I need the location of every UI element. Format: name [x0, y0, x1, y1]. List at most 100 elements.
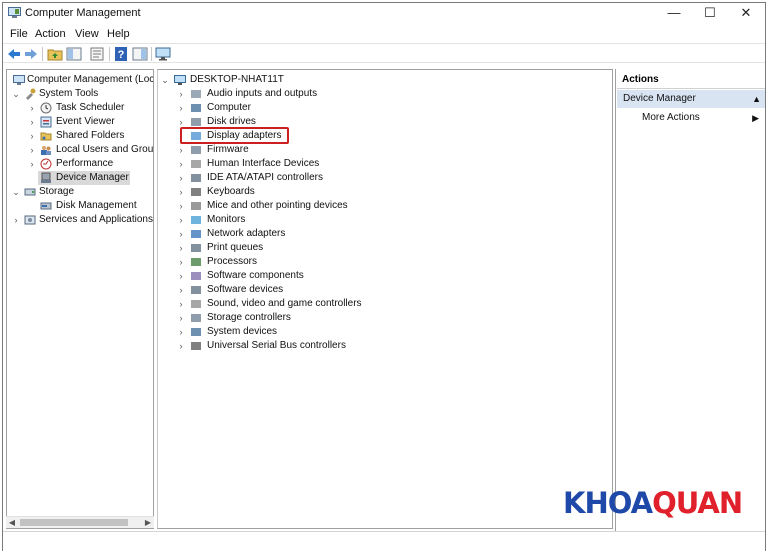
tree-item-label: Performance	[56, 158, 114, 169]
device-category-item[interactable]: › Monitors	[160, 213, 460, 227]
device-category-item[interactable]: › Software devices	[160, 283, 460, 297]
tree-item-task-scheduler[interactable]: › Task Scheduler	[8, 101, 153, 115]
chevron-down-icon[interactable]: ⌄	[160, 73, 170, 87]
chevron-right-icon[interactable]: ›	[176, 143, 186, 157]
device-category-label: System devices	[207, 326, 278, 337]
chevron-down-icon[interactable]: ⌄	[11, 185, 21, 199]
scroll-left-icon[interactable]: ◀	[6, 517, 18, 529]
chevron-right-icon[interactable]: ›	[176, 297, 186, 311]
collapse-up-icon[interactable]: ▲	[752, 90, 761, 108]
chevron-right-icon[interactable]: ›	[176, 199, 186, 213]
device-tree-root[interactable]: ⌄ DESKTOP-NHAT11T	[160, 73, 460, 87]
device-category-item[interactable]: › System devices	[160, 325, 460, 339]
device-category-label: Software components	[207, 270, 304, 281]
chevron-right-icon[interactable]: ›	[176, 255, 186, 269]
menu-action[interactable]: Action	[35, 28, 66, 40]
device-category-item[interactable]: › Network adapters	[160, 227, 460, 241]
device-category-label: Network adapters	[207, 228, 286, 239]
device-category-item[interactable]: › Human Interface Devices	[160, 157, 460, 171]
chevron-right-icon[interactable]: ›	[176, 185, 186, 199]
chevron-right-icon[interactable]: ›	[176, 339, 186, 353]
menu-view[interactable]: View	[75, 28, 99, 40]
close-button[interactable]: ✕	[729, 3, 763, 23]
monitor-icon[interactable]	[155, 46, 171, 62]
tree-item-label: Device Manager	[56, 172, 129, 183]
chevron-right-icon[interactable]: ›	[176, 171, 186, 185]
chevron-right-icon[interactable]: ›	[176, 101, 186, 115]
actions-section-device-manager[interactable]: Device Manager ▲	[617, 90, 765, 108]
tree-item-storage[interactable]: ⌄ Storage	[8, 185, 153, 199]
forward-arrow-icon[interactable]	[23, 46, 39, 62]
device-category-label: Audio inputs and outputs	[207, 88, 318, 99]
chevron-right-icon[interactable]: ›	[27, 157, 37, 171]
tree-item-services-applications[interactable]: › Services and Applications	[8, 213, 153, 227]
tree-item-device-manager[interactable]: Device Manager	[8, 171, 153, 185]
device-category-item[interactable]: › IDE ATA/ATAPI controllers	[160, 171, 460, 185]
more-actions-item[interactable]: More Actions ▶	[617, 110, 765, 126]
device-category-label: Computer	[207, 102, 251, 113]
chevron-right-icon[interactable]: ›	[176, 213, 186, 227]
chevron-right-icon[interactable]: ›	[176, 87, 186, 101]
device-category-label: Firmware	[207, 144, 249, 155]
toolbar: ?	[3, 43, 765, 63]
device-category-item[interactable]: › Storage controllers	[160, 311, 460, 325]
device-category-item[interactable]: › Audio inputs and outputs	[160, 87, 460, 101]
tree-item-disk-management[interactable]: Disk Management	[8, 199, 153, 213]
device-category-item[interactable]: › Mice and other pointing devices	[160, 199, 460, 213]
tree-item-label: Disk Management	[56, 200, 137, 211]
chevron-right-icon[interactable]: ›	[27, 115, 37, 129]
storage-controller-icon	[191, 314, 201, 322]
help-icon[interactable]: ?	[113, 46, 129, 62]
device-category-item[interactable]: › Keyboards	[160, 185, 460, 199]
device-category-item[interactable]: › Firmware	[160, 143, 460, 157]
chevron-right-icon[interactable]: ›	[176, 283, 186, 297]
chevron-right-icon[interactable]: ›	[27, 143, 37, 157]
tree-item-shared-folders[interactable]: › Shared Folders	[8, 129, 153, 143]
tree-item-system-tools[interactable]: ⌄ System Tools	[8, 87, 153, 101]
properties-icon[interactable]	[89, 46, 105, 62]
chevron-right-icon[interactable]: ›	[176, 325, 186, 339]
device-category-label: Sound, video and game controllers	[207, 298, 362, 309]
scrollbar-thumb[interactable]	[20, 519, 128, 526]
tree-item-local-users[interactable]: › Local Users and Groups	[8, 143, 153, 157]
chevron-right-icon[interactable]: ›	[176, 311, 186, 325]
keyboard-icon	[191, 188, 201, 196]
device-category-label: Keyboards	[207, 186, 255, 197]
menu-help[interactable]: Help	[107, 28, 130, 40]
tree-item-performance[interactable]: › Performance	[8, 157, 153, 171]
mouse-icon	[191, 202, 201, 210]
clock-icon	[40, 102, 52, 114]
device-category-item[interactable]: › Universal Serial Bus controllers	[160, 339, 460, 353]
action-pane-icon[interactable]	[132, 46, 148, 62]
chevron-right-icon[interactable]: ›	[176, 241, 186, 255]
minimize-button[interactable]: —	[657, 3, 691, 23]
device-category-item[interactable]: › Computer	[160, 101, 460, 115]
device-category-item[interactable]: › Processors	[160, 255, 460, 269]
scroll-right-icon[interactable]: ▶	[142, 517, 154, 529]
software-device-icon	[191, 286, 201, 294]
system-devices-icon	[191, 328, 201, 336]
chevron-down-icon[interactable]: ⌄	[11, 87, 21, 101]
horizontal-scrollbar[interactable]: ◀ ▶	[6, 516, 154, 528]
tree-item-event-viewer[interactable]: › Event Viewer	[8, 115, 153, 129]
chevron-right-icon[interactable]: ›	[27, 129, 37, 143]
up-folder-icon[interactable]	[47, 46, 63, 62]
chevron-right-icon[interactable]: ›	[27, 101, 37, 115]
show-hide-tree-icon[interactable]	[66, 46, 82, 62]
back-arrow-icon[interactable]	[6, 46, 22, 62]
device-category-item[interactable]: › Print queues	[160, 241, 460, 255]
watermark-part2: QUAN	[652, 486, 743, 520]
chevron-right-icon[interactable]: ›	[176, 227, 186, 241]
actions-pane: Actions Device Manager ▲ More Actions ▶	[615, 69, 765, 549]
device-category-item[interactable]: › Software components	[160, 269, 460, 283]
chevron-right-icon[interactable]: ›	[11, 213, 21, 227]
menu-file[interactable]: File	[10, 28, 28, 40]
device-category-item[interactable]: › Sound, video and game controllers	[160, 297, 460, 311]
tree-root[interactable]: Computer Management (Local	[8, 73, 153, 87]
users-icon	[41, 146, 51, 155]
device-category-label: Human Interface Devices	[207, 158, 320, 169]
chevron-right-icon[interactable]: ›	[176, 269, 186, 283]
toolbar-separator	[151, 47, 152, 61]
chevron-right-icon[interactable]: ›	[176, 157, 186, 171]
maximize-button[interactable]: ☐	[693, 3, 727, 23]
